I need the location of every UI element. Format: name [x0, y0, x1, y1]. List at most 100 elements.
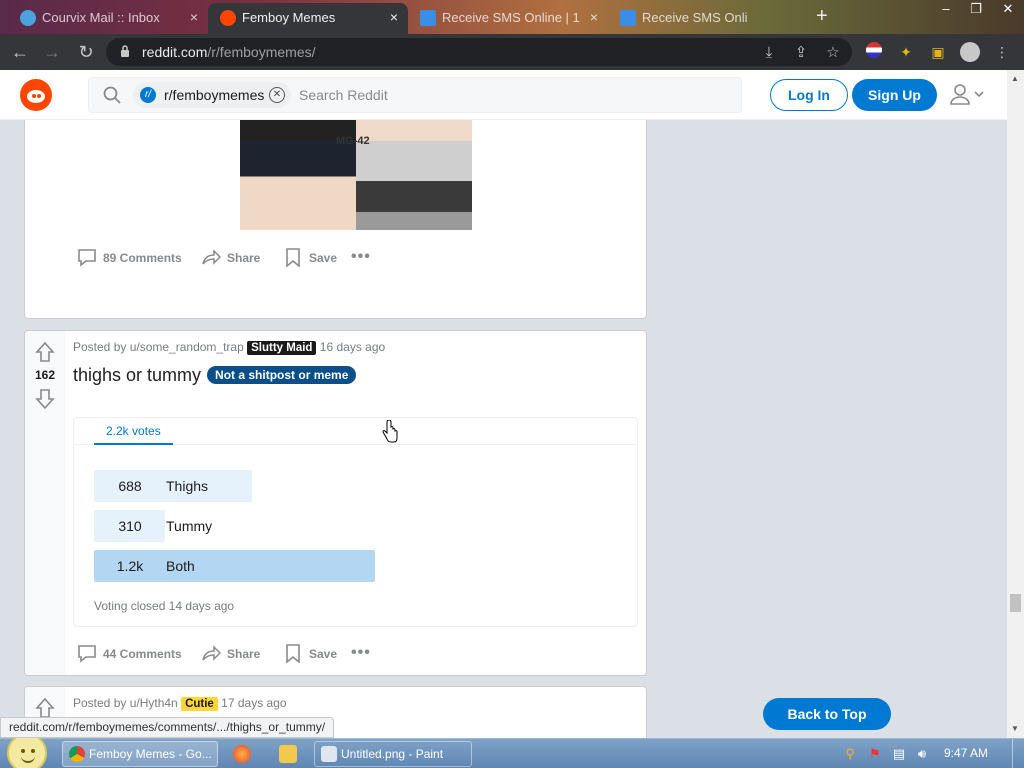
posted-by[interactable]: Posted by u/Hyth4n — [73, 696, 178, 710]
tab-close-icon[interactable]: × — [390, 3, 398, 32]
reddit-logo-icon[interactable] — [20, 79, 52, 111]
user-menu-icon[interactable] — [948, 82, 988, 108]
lock-icon — [121, 45, 129, 57]
poll-votes-tab[interactable]: 2.2k votes — [94, 418, 173, 445]
forward-arrow-icon[interactable]: → — [40, 40, 64, 64]
tab-courvix-mail[interactable]: Courvix Mail :: Inbox × — [8, 3, 208, 34]
tab-receive-sms-1[interactable]: Receive SMS Online | 1 × — [408, 3, 608, 34]
comments-button[interactable]: 44 Comments — [77, 642, 187, 666]
profile-icon[interactable] — [960, 42, 980, 62]
post-actions: 89 Comments Share Save ••• — [77, 246, 637, 270]
save-button[interactable]: Save — [283, 642, 343, 666]
signup-button[interactable]: Sign Up — [852, 79, 937, 111]
post-title[interactable]: thighs or tummy Not a shitpost or meme — [73, 365, 357, 386]
poll-option-count: 310 — [118, 518, 142, 534]
bookmark-icon — [286, 644, 300, 663]
comments-button[interactable]: 89 Comments — [77, 246, 187, 270]
start-button[interactable] — [7, 733, 47, 768]
post-title-text: thighs or tummy — [73, 365, 202, 385]
bookmark-icon — [286, 248, 300, 267]
scroll-up-arrow-icon[interactable]: ▲ — [1011, 74, 1019, 83]
back-to-top-button[interactable]: Back to Top — [763, 698, 891, 730]
show-desktop-button[interactable] — [1012, 739, 1024, 768]
subreddit-search-chip[interactable]: r/ r/femboymemes ✕ — [133, 82, 291, 108]
share-icon — [202, 645, 221, 661]
share-button[interactable]: Share — [201, 246, 271, 270]
hand-cursor-icon — [382, 420, 398, 443]
downvote-arrow-icon[interactable] — [35, 388, 55, 410]
poll-closed-text: Voting closed 14 days ago — [94, 599, 235, 613]
subreddit-icon: r/ — [140, 87, 156, 103]
new-tab-icon[interactable]: + — [816, 5, 828, 28]
tab-receive-sms-2[interactable]: Receive SMS Onli — [608, 3, 808, 34]
poll-option-count: 1.2k — [116, 558, 144, 574]
reload-icon[interactable]: ↻ — [74, 40, 98, 64]
subreddit-chip-label: r/femboymemes — [164, 87, 265, 103]
poll-option-label: Thighs — [166, 478, 209, 494]
back-arrow-icon[interactable]: ← — [8, 40, 32, 64]
chrome-icon — [69, 746, 85, 762]
restore-icon[interactable]: ❐ — [962, 0, 990, 20]
upvote-arrow-icon[interactable] — [35, 697, 55, 719]
scrollbar-thumb[interactable] — [1010, 594, 1021, 612]
share-page-icon[interactable]: ⇪ — [792, 44, 810, 62]
post-tag[interactable]: Not a shitpost or meme — [207, 366, 357, 384]
scroll-down-arrow-icon[interactable]: ▼ — [1011, 724, 1019, 733]
post-age[interactable]: 16 days ago — [320, 340, 385, 354]
tab-title: Courvix Mail :: Inbox — [42, 10, 160, 25]
file-explorer-icon[interactable] — [279, 745, 297, 763]
vpn-extension-icon[interactable] — [864, 42, 884, 62]
poll-option-label: Tummy — [166, 518, 213, 534]
network-icon[interactable]: ▤ — [891, 746, 907, 762]
search-placeholder[interactable]: Search Reddit — [299, 87, 388, 103]
browser-menu-icon[interactable]: ⋮ — [992, 42, 1012, 62]
page-scrollbar[interactable]: ▲ ▼ — [1007, 70, 1024, 738]
save-button[interactable]: Save — [283, 246, 343, 270]
taskbar-paint-button[interactable]: Untitled.png - Paint — [314, 741, 472, 767]
sidebar-panel-icon[interactable]: ▣ — [928, 42, 948, 62]
tab-close-icon[interactable]: × — [590, 3, 598, 32]
install-app-icon[interactable]: ⤓ — [760, 44, 778, 62]
post-actions: 44 Comments Share Save ••• — [77, 642, 637, 666]
poll-option-label: Both — [166, 558, 195, 574]
close-window-icon[interactable]: ✕ — [994, 0, 1022, 20]
paint-icon — [321, 746, 337, 762]
image-quadrant-black-skirt — [240, 141, 356, 230]
comment-icon — [78, 645, 96, 663]
tab-close-icon[interactable]: × — [190, 3, 198, 32]
extensions-puzzle-icon[interactable]: ✦ — [896, 42, 916, 62]
poll-widget: 2.2k votes 688 Thighs 310 Tummy 1.2k Bot… — [73, 417, 638, 627]
tab-title: Receive SMS Onli — [642, 10, 748, 25]
url-text: reddit.com/r/femboymemes/ — [142, 44, 316, 60]
bookmark-star-icon[interactable]: ☆ — [824, 44, 842, 62]
search-bar[interactable]: r/ r/femboymemes ✕ Search Reddit — [88, 77, 742, 113]
more-options-icon[interactable]: ••• — [351, 246, 371, 270]
browser-toolbar: ← → ↻ reddit.com/r/femboymemes/ ⤓ ⇪ ☆ ✦ … — [0, 34, 1024, 70]
login-button[interactable]: Log In — [770, 79, 848, 111]
image-watermark: MG-42 — [336, 135, 370, 147]
reddit-header: r/ r/femboymemes ✕ Search Reddit Log In … — [0, 70, 1007, 120]
upvote-arrow-icon[interactable] — [35, 341, 55, 363]
more-options-icon[interactable]: ••• — [351, 642, 371, 666]
post-meta: Posted by u/Hyth4n Cutie 17 days ago — [73, 696, 287, 711]
posted-by[interactable]: Posted by u/some_random_trap — [73, 340, 244, 354]
taskbar-chrome-button[interactable]: Femboy Memes - Go... — [62, 741, 218, 767]
volume-icon[interactable]: 🔊︎ — [914, 746, 930, 762]
mail-favicon-icon — [20, 10, 36, 26]
address-bar[interactable]: reddit.com/r/femboymemes/ ⤓ ⇪ ☆ — [106, 38, 852, 66]
system-clock[interactable]: 9:47 AM — [944, 746, 988, 760]
firefox-icon[interactable] — [233, 745, 251, 763]
action-center-flag-icon[interactable]: ⚑ — [867, 746, 883, 762]
post-age[interactable]: 17 days ago — [221, 696, 286, 710]
search-tray-icon[interactable]: ⚲ — [842, 746, 858, 762]
poll-option-count: 688 — [118, 478, 142, 494]
browser-tab-strip: Courvix Mail :: Inbox × Femboy Memes × R… — [0, 0, 1024, 34]
user-flair: Cutie — [181, 697, 218, 711]
post-card[interactable]: 162 Posted by u/some_random_trap Slutty … — [24, 330, 647, 676]
share-button[interactable]: Share — [201, 642, 271, 666]
minimize-icon[interactable]: – — [932, 0, 960, 20]
reddit-page: r/ r/femboymemes ✕ Search Reddit Log In … — [0, 70, 1007, 738]
tab-femboy-memes[interactable]: Femboy Memes × — [208, 3, 408, 34]
tab-title: Femboy Memes — [242, 10, 336, 25]
chip-clear-icon[interactable]: ✕ — [269, 87, 285, 103]
